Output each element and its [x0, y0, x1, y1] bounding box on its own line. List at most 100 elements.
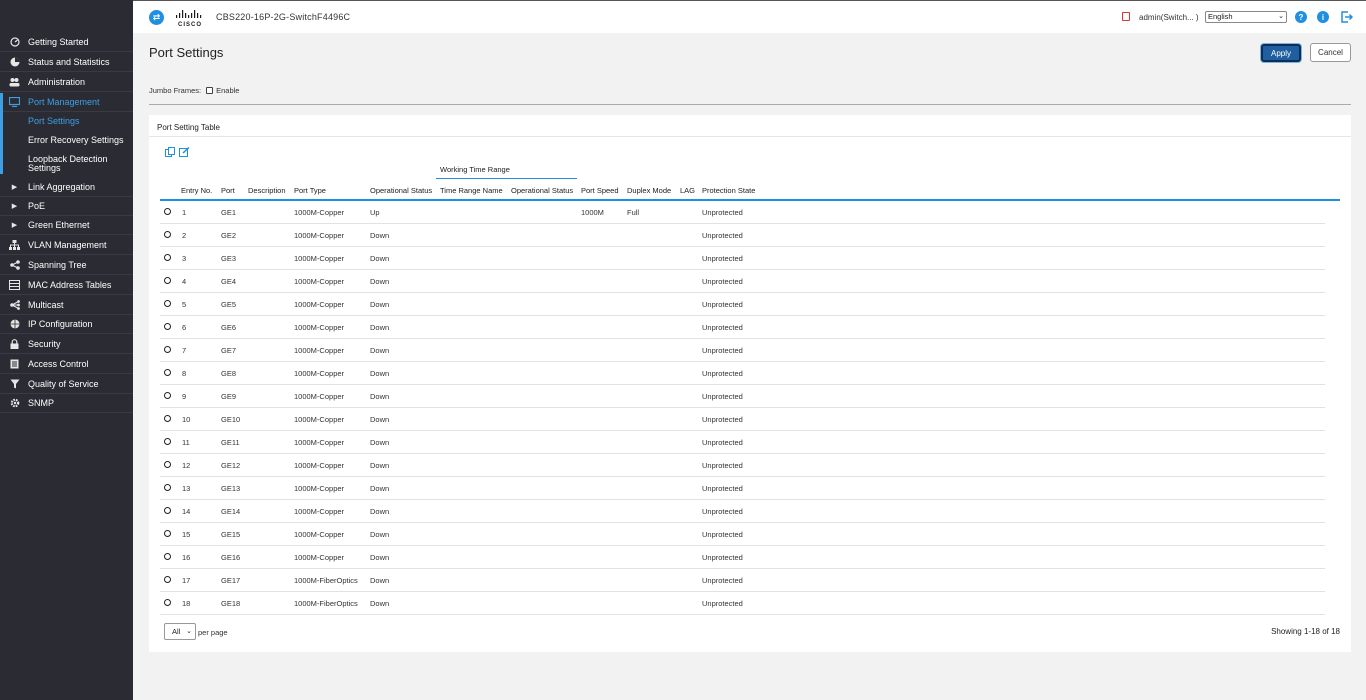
row-select-radio[interactable] — [164, 461, 171, 468]
cell-port-type: 1000M-Copper — [294, 392, 345, 401]
sidebar-item-quality-of-service[interactable]: Quality of Service — [0, 375, 133, 394]
table-row[interactable]: 11 GE11 1000M-Copper Down Unprotected — [160, 431, 1325, 454]
sidebar-item-mac-address-tables[interactable]: MAC Address Tables — [0, 276, 133, 295]
filter-icon — [9, 379, 20, 390]
sidebar-item-vlan-management[interactable]: VLAN Management — [0, 236, 133, 255]
cell-operational-status: Down — [370, 323, 390, 332]
sidebar-item-label: Status and Statistics — [28, 57, 110, 67]
row-select-radio[interactable] — [164, 369, 171, 376]
apply-button[interactable]: Apply — [1261, 44, 1301, 62]
row-select-radio[interactable] — [164, 415, 171, 422]
jumbo-frames-checkbox[interactable] — [206, 87, 214, 94]
table-row[interactable]: 3 GE3 1000M-Copper Down Unprotected — [160, 247, 1325, 270]
jumbo-frames-enable-label: Enable — [216, 86, 240, 95]
sidebar-item-status-and-statistics[interactable]: Status and Statistics — [0, 53, 133, 72]
per-page-select[interactable]: All ⌄ — [164, 623, 196, 640]
row-select-radio[interactable] — [164, 231, 171, 238]
row-select-radio[interactable] — [164, 277, 171, 284]
sidebar-item-snmp[interactable]: SNMP — [0, 394, 133, 413]
sidebar-item-link-aggregation[interactable]: ▶ Link Aggregation — [0, 178, 133, 197]
sidebar-item-label: Link Aggregation — [28, 182, 96, 192]
chevron-down-icon: ⌄ — [186, 628, 192, 635]
table-row[interactable]: 9 GE9 1000M-Copper Down Unprotected — [160, 385, 1325, 408]
help-icon[interactable]: ? — [1295, 11, 1307, 23]
sidebar-subitem-loopback-detection-settings[interactable]: Settings — [28, 164, 61, 173]
sidebar-subitem-error-recovery-settings[interactable]: Error Recovery Settings — [28, 136, 124, 145]
sidebar-item-multicast[interactable]: Multicast — [0, 296, 133, 315]
table-row[interactable]: 2 GE2 1000M-Copper Down Unprotected — [160, 224, 1325, 247]
row-select-radio[interactable] — [164, 392, 171, 399]
cell-port-type: 1000M-Copper — [294, 369, 345, 378]
row-select-radio[interactable] — [164, 254, 171, 261]
row-select-radio[interactable] — [164, 300, 171, 307]
info-icon[interactable]: i — [1317, 11, 1329, 23]
cell-entry-no: 6 — [182, 323, 187, 332]
cancel-button[interactable]: Cancel — [1310, 43, 1351, 62]
table-row[interactable]: 6 GE6 1000M-Copper Down Unprotected — [160, 316, 1325, 339]
sidebar-item-security[interactable]: Security — [0, 335, 133, 354]
cell-entry-no: 16 — [182, 553, 191, 562]
edit-icon[interactable] — [179, 146, 190, 157]
table-row[interactable]: 8 GE8 1000M-Copper Down Unprotected — [160, 362, 1325, 385]
cell-operational-status: Down — [370, 507, 390, 516]
row-select-radio[interactable] — [164, 346, 171, 353]
row-select-radio[interactable] — [164, 553, 171, 560]
sidebar-item-green-ethernet[interactable]: ▶ Green Ethernet — [0, 216, 133, 235]
table-row[interactable]: 15 GE15 1000M-Copper Down Unprotected — [160, 523, 1325, 546]
col-header-port-speed: Port Speed — [581, 186, 619, 195]
table-row[interactable]: 1 GE1 1000M-Copper Up 1000M Full Unprotected — [160, 201, 1325, 224]
row-select-radio[interactable] — [164, 599, 171, 606]
col-header-protection-state: Protection State — [702, 186, 756, 195]
cell-operational-status: Down — [370, 438, 390, 447]
top-header: ⇄ CISCO CBS220-16P-2G-SwitchF4496C admin… — [133, 0, 1366, 33]
cell-entry-no: 15 — [182, 530, 191, 539]
cell-entry-no: 2 — [182, 231, 187, 240]
table-row[interactable]: 7 GE7 1000M-Copper Down Unprotected — [160, 339, 1325, 362]
cell-port-speed: 1000M — [581, 208, 604, 217]
cell-operational-status: Down — [370, 231, 390, 240]
user-name[interactable]: admin(Switch... ) — [1139, 13, 1199, 22]
sidebar-subitem-port-settings[interactable]: Port Settings — [28, 117, 80, 126]
table-row[interactable]: 17 GE17 1000M-FiberOptics Down Unprotected — [160, 569, 1325, 592]
nav-toggle-icon[interactable]: ⇄ — [149, 10, 164, 25]
row-select-radio[interactable] — [164, 530, 171, 537]
chevron-right-icon: ▶ — [11, 203, 18, 210]
table-row[interactable]: 5 GE5 1000M-Copper Down Unprotected — [160, 293, 1325, 316]
cell-port-type: 1000M-Copper — [294, 323, 345, 332]
cell-operational-status: Down — [370, 254, 390, 263]
panel-separator — [149, 136, 1351, 137]
copy-settings-icon[interactable] — [165, 147, 175, 157]
sidebar-item-access-control[interactable]: Access Control — [0, 355, 133, 374]
table-row[interactable]: 4 GE4 1000M-Copper Down Unprotected — [160, 270, 1325, 293]
cell-port-type: 1000M-Copper — [294, 254, 345, 263]
sidebar-item-spanning-tree[interactable]: Spanning Tree — [0, 256, 133, 275]
row-select-radio[interactable] — [164, 484, 171, 491]
jumbo-frames-row: Jumbo Frames: Enable — [149, 86, 239, 95]
table-row[interactable]: 16 GE16 1000M-Copper Down Unprotected — [160, 546, 1325, 569]
sidebar-item-administration[interactable]: Administration — [0, 73, 133, 92]
row-select-radio[interactable] — [164, 438, 171, 445]
table-row[interactable]: 10 GE10 1000M-Copper Down Unprotected — [160, 408, 1325, 431]
table-row[interactable]: 14 GE14 1000M-Copper Down Unprotected — [160, 500, 1325, 523]
language-select[interactable]: English ⌄ — [1205, 11, 1287, 23]
sidebar-item-poe[interactable]: ▶ PoE — [0, 197, 133, 216]
cell-protection-state: Unprotected — [702, 438, 743, 447]
row-select-radio[interactable] — [164, 507, 171, 514]
sidebar-item-ip-configuration[interactable]: IP Configuration — [0, 315, 133, 334]
logout-icon[interactable] — [1341, 11, 1354, 23]
cell-port: GE9 — [221, 392, 237, 401]
sidebar: Getting Started Status and Statistics Ad… — [0, 0, 133, 700]
row-select-radio[interactable] — [164, 576, 171, 583]
row-select-radio[interactable] — [164, 323, 171, 330]
cell-port: GE2 — [221, 231, 237, 240]
table-row[interactable]: 12 GE12 1000M-Copper Down Unprotected — [160, 454, 1325, 477]
sidebar-item-getting-started[interactable]: Getting Started — [0, 33, 133, 52]
cell-port-type: 1000M-Copper — [294, 277, 345, 286]
row-select-radio[interactable] — [164, 208, 171, 215]
sidebar-item-label: PoE — [28, 201, 46, 211]
table-row[interactable]: 13 GE13 1000M-Copper Down Unprotected — [160, 477, 1325, 500]
sidebar-item-label: MAC Address Tables — [28, 280, 112, 290]
device-name: CBS220-16P-2G-SwitchF4496C — [216, 12, 351, 22]
sidebar-item-port-management[interactable]: Port Management — [0, 93, 133, 112]
table-row[interactable]: 18 GE18 1000M-FiberOptics Down Unprotected — [160, 592, 1325, 615]
